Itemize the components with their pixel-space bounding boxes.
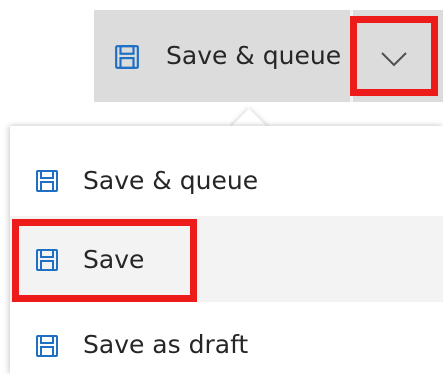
save-options-dropdown-toggle[interactable] (353, 10, 443, 102)
menu-item-label: Save as draft (83, 330, 249, 359)
save-options-menu: Save & queue Save Save as draft (10, 126, 443, 374)
save-floppy-icon (35, 248, 59, 272)
save-floppy-icon (35, 169, 59, 193)
save-floppy-icon (35, 334, 59, 358)
stage: Save & queue Save & queue Save Save as d… (0, 0, 443, 374)
split-button-label: Save & queue (166, 41, 342, 70)
menu-item-label: Save & queue (83, 166, 259, 195)
menu-item-label: Save (83, 245, 145, 274)
save-split-button: Save & queue (94, 10, 443, 102)
dropdown-caret (230, 106, 270, 128)
chevron-down-icon (380, 51, 408, 67)
menu-item-save-as-draft[interactable]: Save as draft (10, 303, 443, 374)
menu-item-save[interactable]: Save (10, 216, 443, 302)
menu-item-save-and-queue[interactable]: Save & queue (10, 140, 443, 226)
save-and-queue-button[interactable]: Save & queue (94, 10, 350, 102)
save-floppy-icon (114, 44, 140, 70)
